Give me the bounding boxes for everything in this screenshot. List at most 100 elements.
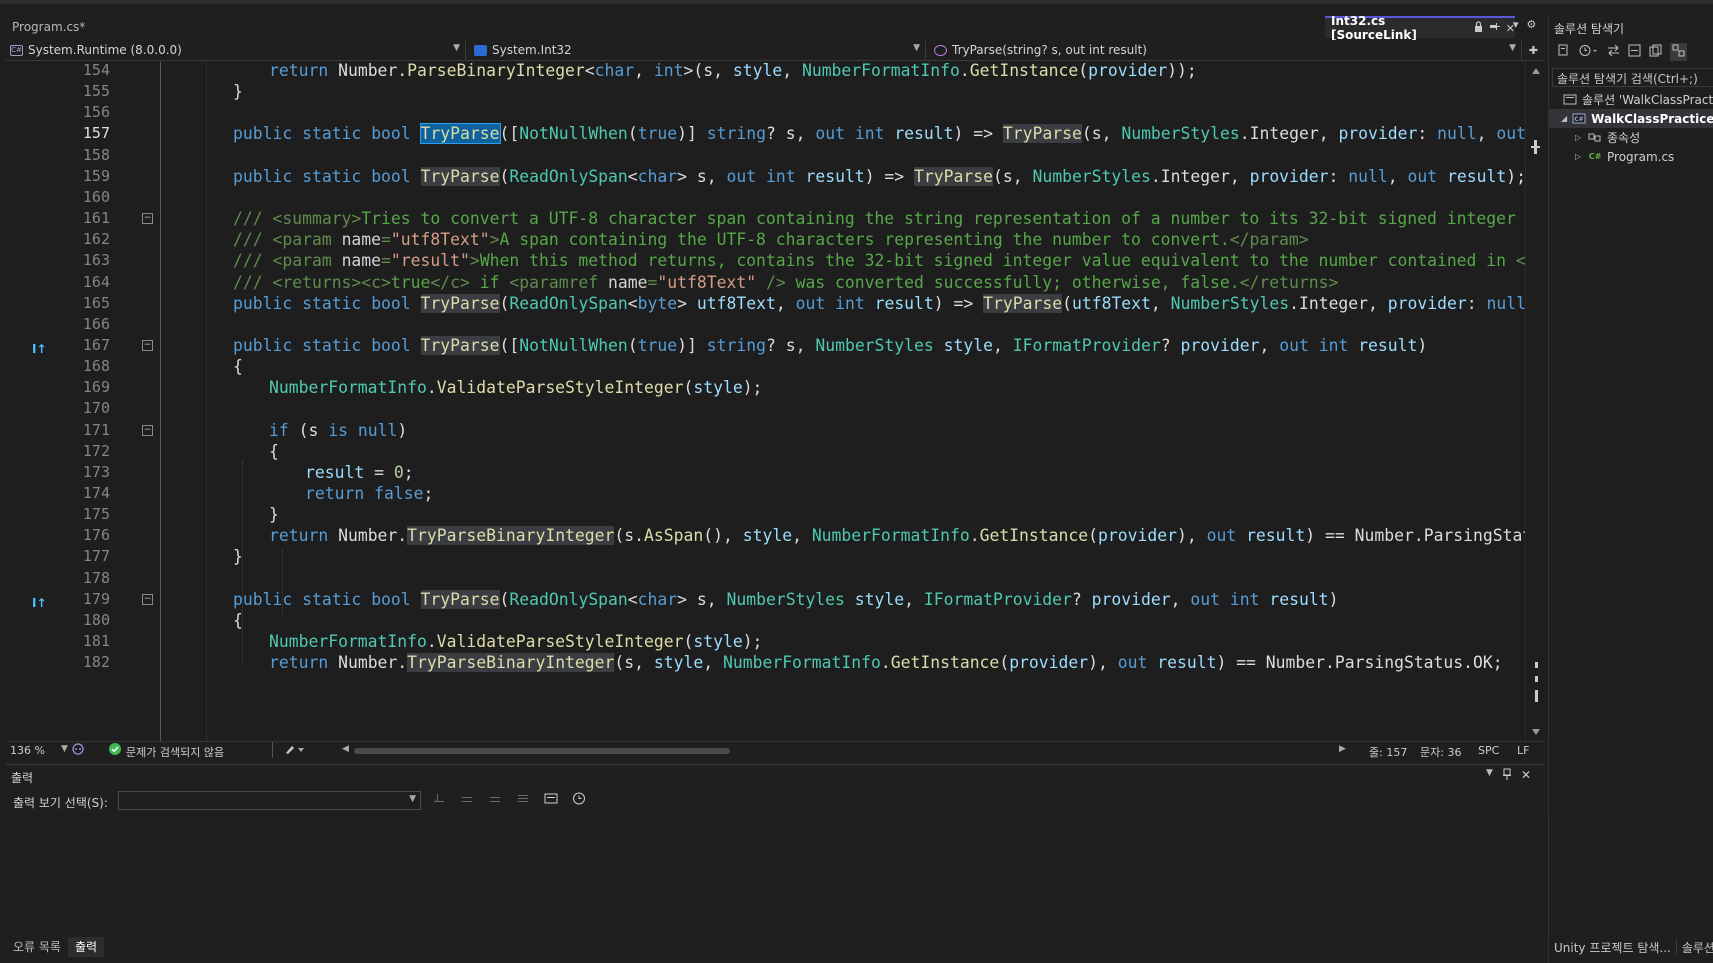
zoom-chevron-down-icon[interactable]: ▼ xyxy=(61,744,68,754)
code-line[interactable]: 155} xyxy=(6,80,1521,103)
code-token: { xyxy=(233,357,243,377)
code-line[interactable]: 157 public static bool TryParse([NotNullW… xyxy=(6,122,1545,145)
collapse-region-icon[interactable]: − xyxy=(142,339,153,351)
code-line[interactable]: 156 xyxy=(6,101,1521,124)
sync-icon[interactable] xyxy=(1557,44,1571,60)
collapsed-triangle-icon[interactable]: ▷ xyxy=(1575,133,1583,142)
tree-item-dependencies[interactable]: ▷ 종속성 xyxy=(1549,128,1713,147)
spacing-status[interactable]: SPC xyxy=(1478,744,1499,757)
split-editor-icon[interactable]: ✚ xyxy=(1522,44,1545,57)
project-dropdown[interactable]: C# System.Runtime (8.0.0.0) ▼ xyxy=(6,40,466,60)
close-panel-icon[interactable]: ✕ xyxy=(1521,768,1531,783)
code-line[interactable]: 174 return false; xyxy=(6,482,1521,505)
properties-icon[interactable] xyxy=(1670,43,1687,61)
code-line[interactable]: 162 /// <param name="utf8Text">A span con… xyxy=(6,228,1521,251)
divider xyxy=(272,742,273,758)
scroll-left-icon[interactable]: ◀ xyxy=(342,744,349,754)
editor-vertical-scrollbar[interactable] xyxy=(1525,62,1545,741)
code-line[interactable]: 158 xyxy=(6,144,1521,167)
tab-list-dropdown-icon[interactable]: ▾ xyxy=(1513,18,1519,31)
code-token: => xyxy=(963,124,1003,144)
code-line[interactable]: 176 return Number.TryParseBinaryInteger(s… xyxy=(6,524,1542,547)
code-line[interactable]: 178 xyxy=(6,567,1521,590)
code-line[interactable]: 165 public static bool TryParse(ReadOnlyS… xyxy=(6,292,1536,315)
previous-message-icon[interactable] xyxy=(460,792,474,809)
implements-marker-icon[interactable]: I↑ xyxy=(32,592,54,610)
expanded-triangle-icon[interactable]: ◢ xyxy=(1561,114,1567,123)
code-line[interactable]: 173 result = 0; xyxy=(6,461,1521,484)
copilot-icon[interactable] xyxy=(72,743,84,758)
code-line[interactable]: 177} xyxy=(6,545,1521,568)
tab-solution[interactable]: 솔루션 xyxy=(1677,939,1713,956)
settings-gear-icon[interactable]: ⚙ xyxy=(1527,18,1537,31)
output-text-area[interactable] xyxy=(6,817,1545,937)
code-line[interactable]: 181 NumberFormatInfo.ValidateParseStyleIn… xyxy=(6,630,1521,653)
code-token: provider xyxy=(1009,653,1089,673)
tree-item-program-cs[interactable]: ▷ C# Program.cs xyxy=(1549,147,1713,166)
word-wrap-icon[interactable] xyxy=(544,792,558,809)
code-line[interactable]: 182 return Number.TryParseBinaryInteger(s… xyxy=(6,651,1521,674)
code-line[interactable]: 171 − if (s is null) xyxy=(6,419,1521,442)
code-token: is xyxy=(328,420,348,440)
code-token: )] xyxy=(677,124,707,144)
collapse-all-icon[interactable] xyxy=(1628,44,1641,60)
tree-item-solution[interactable]: 솔루션 'WalkClassPractice' xyxy=(1549,90,1713,109)
zoom-level[interactable]: 136 % xyxy=(10,744,45,757)
code-line[interactable]: 175} xyxy=(6,503,1521,526)
code-token: return xyxy=(269,653,329,673)
line-number-status[interactable]: 줄: 157 xyxy=(1369,744,1407,760)
code-cleanup-brush-icon[interactable] xyxy=(284,743,306,758)
code-line[interactable]: 167 I↑ − public static bool TryParse([NotNu… xyxy=(6,334,1521,357)
line-ending-status[interactable]: LF xyxy=(1517,744,1529,757)
clock-icon[interactable] xyxy=(572,792,586,809)
history-icon[interactable] xyxy=(1579,44,1599,60)
code-line[interactable]: 168 { xyxy=(6,355,1521,378)
code-line[interactable]: 163 /// <param name="result">When this me… xyxy=(6,249,1545,272)
panel-options-chevron-icon[interactable]: ▼ xyxy=(1486,768,1493,783)
tab-program-cs[interactable]: Program.cs* xyxy=(6,18,91,36)
code-line[interactable]: 154 return Number.ParseBinaryInteger<char… xyxy=(6,62,1521,82)
tab-error-list[interactable]: 오류 목록 xyxy=(6,937,68,957)
code-token: byte xyxy=(637,293,678,313)
code-line[interactable]: 179 I↑ − public static bool TryParse(ReadOn… xyxy=(6,588,1521,611)
member-dropdown[interactable]: TryParse(string? s, out int result) ▼ xyxy=(926,40,1522,60)
collapse-region-icon[interactable]: − xyxy=(142,213,153,225)
collapse-region-icon[interactable]: − xyxy=(142,424,153,436)
code-token: ) => xyxy=(864,166,915,186)
find-message-icon[interactable] xyxy=(432,792,446,809)
horizontal-scroll-thumb[interactable] xyxy=(354,748,730,754)
pin-icon[interactable] xyxy=(1502,768,1511,783)
switch-views-icon[interactable] xyxy=(1607,44,1620,60)
solution-explorer-search[interactable]: 솔루션 탐색기 검색(Ctrl+;) xyxy=(1552,68,1713,87)
scroll-right-icon[interactable]: ▶ xyxy=(1339,744,1346,754)
code-line[interactable]: 180 { xyxy=(6,609,1521,632)
collapse-region-icon[interactable]: − xyxy=(142,593,153,605)
implements-marker-icon[interactable]: I↑ xyxy=(32,338,54,356)
tab-int32-cs[interactable]: Int32.cs [SourceLink] ✕ xyxy=(1325,14,1515,42)
line-number: 158 xyxy=(82,145,110,164)
code-line[interactable]: 164 /// <returns><c>true</c> if <paramref… xyxy=(6,271,1521,294)
code-editor[interactable]: 154 return Number.ParseBinaryInteger<char… xyxy=(6,62,1545,741)
issues-status[interactable]: 문제가 검색되지 않음 xyxy=(126,744,224,760)
output-source-select[interactable]: ▼ xyxy=(118,791,421,810)
next-message-icon[interactable] xyxy=(488,792,502,809)
code-line[interactable]: 160 xyxy=(6,186,1521,209)
code-token: bool xyxy=(371,124,411,144)
tree-item-project[interactable]: ◢ C# WalkClassPractice xyxy=(1549,109,1713,128)
member-label: TryParse(string? s, out int result) xyxy=(952,43,1147,57)
code-line[interactable]: 169 NumberFormatInfo.ValidateParseStyleIn… xyxy=(6,376,1521,399)
tab-output[interactable]: 출력 xyxy=(67,937,105,957)
collapsed-triangle-icon[interactable]: ▷ xyxy=(1575,152,1583,161)
code-line[interactable]: 159 public static bool TryParse(ReadOnlyS… xyxy=(6,165,1526,188)
pin-icon[interactable] xyxy=(1489,21,1500,35)
type-dropdown[interactable]: System.Int32 ▼ xyxy=(466,40,926,60)
code-line[interactable]: 161 − /// <summary>Tries to convert a UTF-… xyxy=(6,207,1545,230)
code-token: Number. xyxy=(328,526,408,546)
code-line[interactable]: 166 xyxy=(6,313,1521,336)
tab-unity-explorer[interactable]: Unity 프로젝트 탐색... xyxy=(1549,939,1676,956)
code-line[interactable]: 170 xyxy=(6,397,1521,420)
clear-all-icon[interactable] xyxy=(516,792,530,809)
show-all-files-icon[interactable] xyxy=(1649,44,1662,60)
code-line[interactable]: 172 { xyxy=(6,440,1521,463)
char-number-status[interactable]: 문자: 36 xyxy=(1420,744,1461,760)
